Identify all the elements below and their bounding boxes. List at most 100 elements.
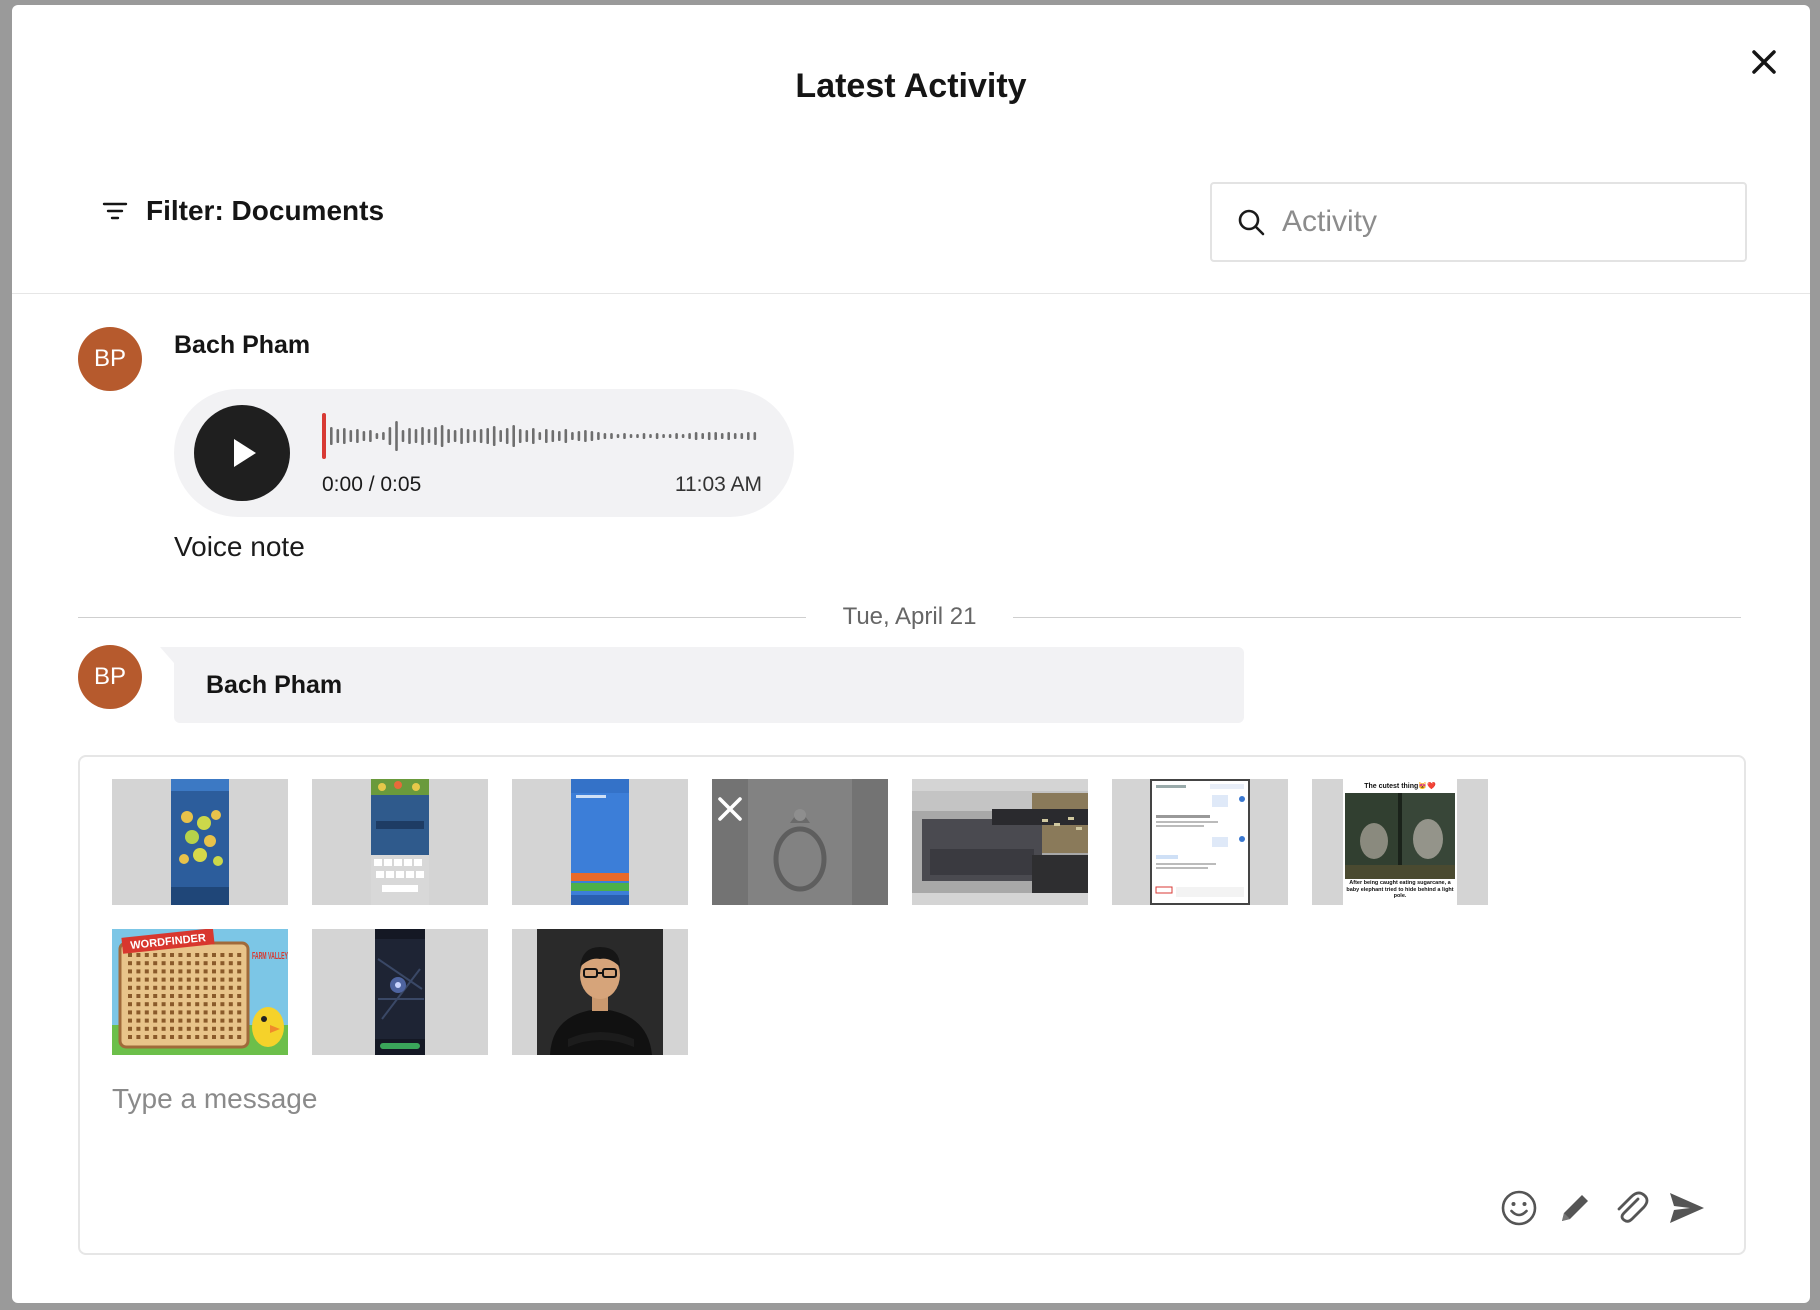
waveform-bar: [720, 433, 724, 439]
grid-letter: [170, 961, 174, 966]
attachment-thumbnail[interactable]: [512, 929, 688, 1055]
grid-letter: [178, 985, 183, 990]
grid-letter: [237, 977, 242, 982]
grid-letter: [228, 1010, 233, 1015]
waveform-bar: [733, 433, 737, 439]
grid-letter: [178, 1002, 183, 1007]
paperclip-icon[interactable]: [1610, 1187, 1652, 1229]
emoji-icon[interactable]: [1498, 1187, 1540, 1229]
grid-letter: [153, 961, 158, 966]
grid-letter: [128, 1002, 132, 1007]
grid-letter: [178, 1018, 183, 1023]
send-icon[interactable]: [1666, 1187, 1708, 1229]
attachment-thumbnail[interactable]: [312, 929, 488, 1055]
waveform-bar: [512, 425, 515, 447]
grid-letter: [212, 953, 216, 957]
attachment-thumbnail[interactable]: [312, 779, 488, 905]
waveform-bar: [362, 431, 366, 441]
waveform-bar: [668, 434, 672, 438]
avatar[interactable]: BP: [78, 645, 142, 709]
pencil-icon[interactable]: [1554, 1187, 1596, 1229]
search-box[interactable]: [1210, 182, 1747, 262]
grid-letter: [237, 1026, 242, 1031]
grid-letter: [136, 1010, 141, 1015]
waveform-bar: [486, 428, 489, 444]
attachment-thumbnail[interactable]: [1112, 779, 1288, 905]
remove-attachment-icon[interactable]: [712, 791, 748, 827]
waveform-bar: [382, 432, 385, 440]
waveform-bar: [349, 430, 353, 442]
waveform-bar: [629, 434, 633, 438]
attachment-thumbnail[interactable]: [112, 779, 288, 905]
grid-letter: [136, 953, 141, 957]
search-input[interactable]: [1282, 205, 1722, 239]
grid-letter: [228, 953, 233, 957]
waveform-bar: [538, 432, 542, 440]
message-input[interactable]: [112, 1083, 1512, 1115]
grid-letter: [136, 994, 141, 998]
waveform-bar: [466, 429, 470, 443]
grid-letter: [220, 1035, 225, 1039]
grid-letter: [195, 994, 200, 998]
voice-elapsed: 0:00 / 0:05: [322, 473, 422, 496]
waveform-bar: [740, 433, 744, 439]
grid-letter: [220, 969, 225, 974]
grid-letter: [161, 985, 166, 990]
grid-letter: [203, 1002, 208, 1007]
attachment-thumbnail-selected[interactable]: [712, 779, 888, 905]
grid-letter: [237, 969, 242, 974]
grid-letter: [178, 1035, 183, 1039]
grid-letter: [203, 1018, 208, 1023]
waveform-bar: [499, 430, 502, 442]
grid-letter: [136, 1026, 141, 1031]
voice-waveform[interactable]: [322, 411, 762, 461]
waveform-bar: [655, 433, 659, 439]
playhead-marker[interactable]: [322, 413, 326, 459]
waveform-bar: [388, 427, 392, 445]
grid-letter: [178, 994, 183, 998]
grid-letter: [228, 961, 233, 966]
grid-letter: [212, 1010, 216, 1015]
attachment-thumbnail[interactable]: WORDFINDER FARM VALLEY: [112, 929, 288, 1055]
waveform-bar: [343, 428, 346, 444]
grid-letter: [186, 1010, 191, 1015]
grid-letter: [128, 1026, 132, 1031]
waveform-bar: [414, 429, 418, 443]
grid-letter: [170, 1010, 174, 1015]
grid-letter: [237, 961, 242, 966]
grid-letter: [170, 977, 174, 982]
waveform-bar: [356, 429, 359, 443]
grid-letter: [195, 985, 200, 990]
filter-icon: [102, 202, 128, 220]
waveform-bar: [636, 434, 639, 438]
grid-letter: [212, 1026, 216, 1031]
grid-letter: [228, 1026, 233, 1031]
chat-screenshot: [1150, 779, 1250, 905]
waveform-bar: [584, 430, 587, 442]
grid-letter: [195, 977, 200, 982]
grid-letter: [153, 953, 158, 957]
waveform-bar: [616, 434, 620, 438]
attachment-thumbnail[interactable]: [512, 779, 688, 905]
modal-title: Latest Activity: [795, 67, 1027, 105]
avatar[interactable]: BP: [78, 327, 142, 391]
attachment-thumbnail[interactable]: [912, 779, 1088, 905]
sender-name: Bach Pham: [206, 670, 343, 699]
grid-letter: [212, 1002, 216, 1007]
attachment-thumbnail[interactable]: The cutest thing😻❤️ After being caught e…: [1312, 779, 1488, 905]
filter-button[interactable]: Filter: Documents: [102, 195, 384, 227]
grid-letter: [220, 994, 225, 998]
waveform-bar: [395, 421, 398, 451]
grid-letter: [186, 1018, 191, 1023]
grid-letter: [136, 1018, 141, 1023]
waveform-bar: [603, 433, 607, 439]
grid-letter: [178, 961, 183, 966]
grid-letter: [161, 977, 166, 982]
waveform-bar: [421, 427, 424, 445]
play-button[interactable]: [194, 405, 290, 501]
wordfinder-subbrand: FARM VALLEY: [252, 951, 288, 962]
grid-letter: [186, 969, 191, 974]
close-icon[interactable]: [1742, 40, 1786, 84]
composer-toolbar: [1484, 1187, 1708, 1229]
grid-letter: [195, 1002, 200, 1007]
